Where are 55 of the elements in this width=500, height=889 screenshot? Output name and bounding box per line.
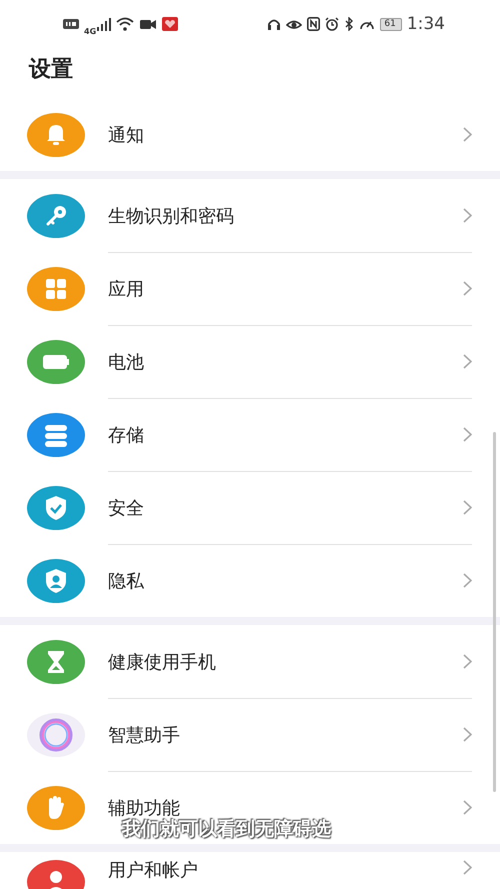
chevron-right-icon — [463, 427, 472, 442]
chevron-right-icon — [463, 127, 472, 142]
settings-item[interactable]: 应用 — [0, 252, 500, 325]
chevron-right-icon — [463, 281, 472, 296]
battery-icon — [27, 340, 85, 384]
item-label: 通知 — [108, 124, 145, 146]
item-label: 生物识别和密码 — [108, 204, 235, 228]
item-label: 辅助功能 — [108, 796, 180, 818]
chevron-right-icon — [463, 573, 472, 588]
storage-icon — [27, 412, 85, 456]
network-type: 4G — [84, 26, 96, 36]
nfc-icon — [307, 17, 320, 31]
hand-icon — [27, 786, 85, 830]
alarm-icon — [325, 17, 340, 31]
chevron-right-icon — [463, 800, 472, 815]
clock-time: 1:34 — [406, 14, 445, 34]
settings-item[interactable]: 用户和帐户 — [0, 852, 500, 889]
item-label: 安全 — [108, 496, 145, 520]
headphones-icon — [267, 17, 282, 31]
settings-item[interactable]: 生物识别和密码 — [0, 179, 500, 252]
chevron-right-icon — [463, 727, 472, 742]
settings-item[interactable]: 智慧助手 — [0, 698, 500, 771]
settings-item[interactable]: 电池 — [0, 325, 500, 398]
bluetooth-icon — [344, 17, 354, 31]
chevron-right-icon — [463, 500, 472, 515]
app-icon — [162, 17, 178, 31]
signal-icon — [97, 17, 112, 31]
settings-item[interactable]: 通知 — [0, 98, 500, 171]
item-label: 智慧助手 — [108, 724, 181, 746]
shield-person-icon — [27, 558, 85, 602]
battery-level: 61 — [380, 18, 402, 30]
bell-icon — [27, 112, 85, 156]
key-icon — [27, 194, 85, 238]
page-title: 设置 — [0, 48, 500, 98]
chevron-right-icon — [463, 654, 472, 669]
item-label: 存储 — [108, 424, 145, 446]
item-label: 电池 — [108, 350, 145, 374]
settings-item[interactable]: 隐私 — [0, 544, 500, 617]
item-label: 健康使用手机 — [108, 650, 217, 674]
item-label: 用户和帐户 — [108, 860, 199, 882]
wifi-icon — [116, 17, 134, 31]
chevron-right-icon — [463, 208, 472, 223]
settings-item[interactable]: 健康使用手机 — [0, 625, 500, 698]
grid-icon — [27, 266, 85, 310]
item-label: 隐私 — [108, 570, 145, 592]
video-subtitle: 我们就可以看到无障碍选 — [122, 816, 331, 842]
settings-item[interactable]: 安全 — [0, 471, 500, 544]
chevron-right-icon — [463, 860, 472, 875]
item-label: 应用 — [108, 278, 145, 300]
video-camera-icon — [139, 17, 158, 31]
ring-icon — [27, 712, 85, 756]
settings-item[interactable]: 存储 — [0, 398, 500, 471]
shield-check-icon — [27, 486, 85, 530]
hourglass-icon — [27, 640, 85, 684]
chevron-right-icon — [463, 354, 472, 369]
